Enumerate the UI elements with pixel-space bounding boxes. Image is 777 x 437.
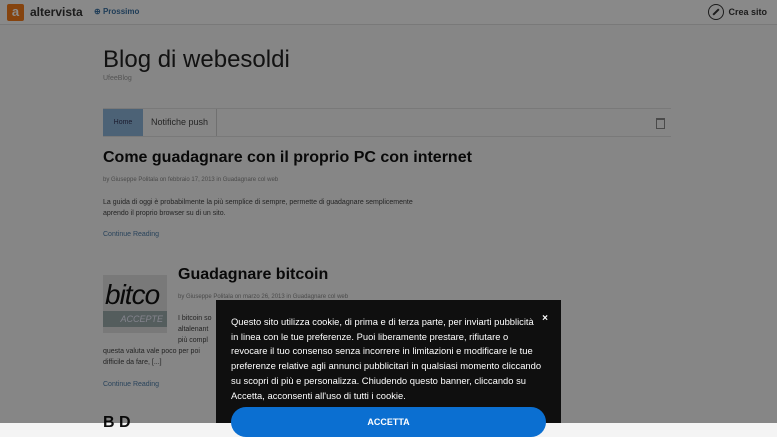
close-icon[interactable]: × bbox=[542, 313, 548, 324]
accept-button[interactable]: ACCETTA bbox=[231, 407, 546, 437]
cookie-text: Questo sito utilizza cookie, di prima e … bbox=[231, 316, 542, 401]
cookie-banner: Questo sito utilizza cookie, di prima e … bbox=[216, 300, 561, 437]
